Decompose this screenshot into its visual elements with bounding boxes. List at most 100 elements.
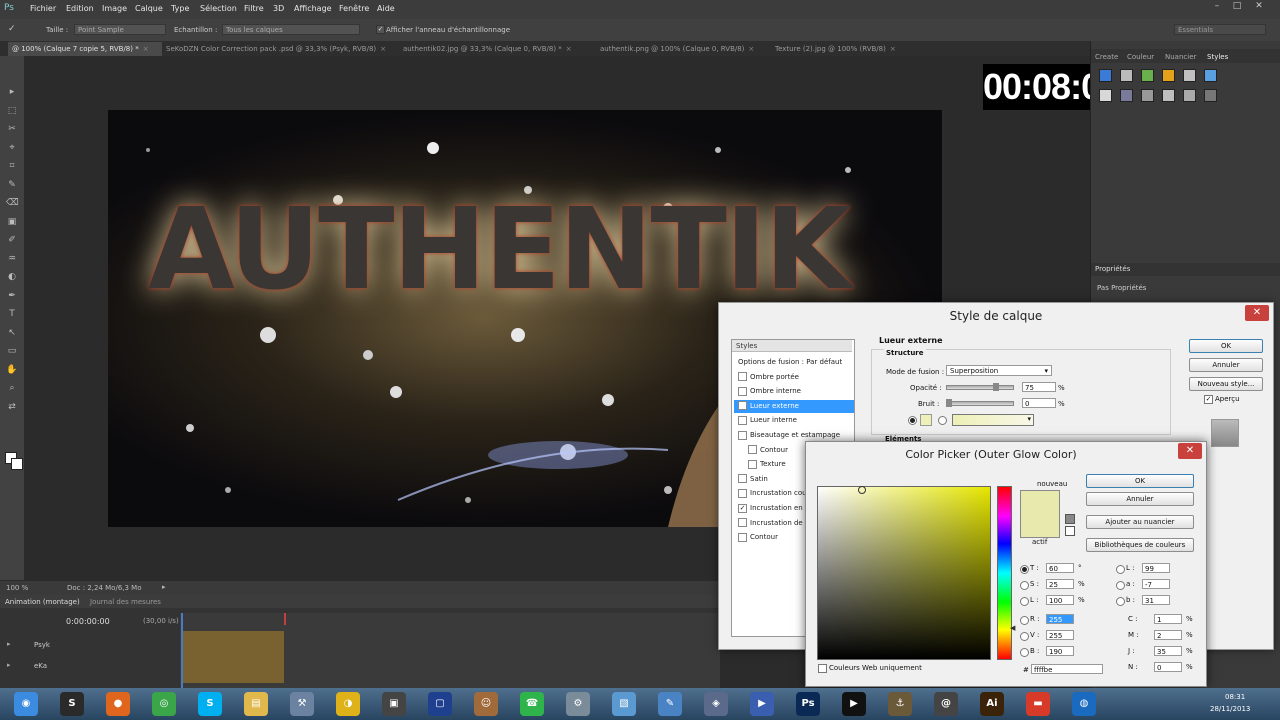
expand-icon[interactable]: ▸ — [7, 640, 11, 648]
start-orb-icon[interactable]: ◉ — [14, 692, 38, 716]
tab-properties[interactable]: Propriétés — [1095, 265, 1130, 273]
work-area-end[interactable] — [284, 613, 286, 625]
gradient-select[interactable]: ▾ — [952, 414, 1034, 426]
tab-document-1[interactable]: SeKoDZN Color Correction pack .psd @ 33,… — [162, 42, 396, 56]
hue-slider-arrow-icon[interactable]: ◀ — [1010, 624, 1015, 632]
close-icon[interactable]: ✕ — [1252, 1, 1266, 13]
style-checkbox[interactable] — [738, 415, 747, 425]
style-item[interactable]: Options de fusion : Par défaut — [734, 356, 858, 369]
style-checkbox[interactable] — [738, 474, 747, 484]
noise-slider[interactable] — [946, 401, 1014, 406]
menu-item-8[interactable]: Affichage — [294, 4, 332, 13]
glow-color-swatch[interactable] — [920, 414, 932, 426]
tool-icon-8[interactable]: ✐ — [6, 234, 18, 246]
style-checkbox[interactable] — [748, 445, 757, 455]
tool-icon-14[interactable]: ▭ — [6, 345, 18, 357]
channel-input[interactable]: 190 — [1046, 646, 1074, 656]
tab-close-icon[interactable]: × — [890, 45, 896, 53]
layer-row-psyk[interactable]: Psyk — [34, 641, 50, 649]
channel-radio[interactable] — [1116, 565, 1125, 574]
tool-icon-3[interactable]: ⌖ — [6, 142, 18, 154]
status-arrow-icon[interactable]: ▸ — [162, 583, 166, 591]
noise-input[interactable]: 0 — [1022, 398, 1056, 408]
layer-row-eka[interactable]: eKa — [34, 662, 47, 670]
color-field-marker[interactable] — [858, 486, 866, 494]
style-swatch[interactable] — [1099, 69, 1112, 82]
play-icon[interactable]: ▶ — [750, 692, 774, 716]
style-checkbox[interactable]: ✓ — [738, 401, 747, 411]
folder-icon[interactable]: ▤ — [244, 692, 268, 716]
color-libraries-button[interactable]: Bibliothèques de couleurs — [1086, 538, 1194, 552]
style-checkbox[interactable] — [738, 532, 747, 542]
illustrator-icon[interactable]: Ai — [980, 692, 1004, 716]
channel-input[interactable]: 1 — [1154, 614, 1182, 624]
zoom-level[interactable]: 100 % — [6, 584, 28, 592]
photoshop-icon[interactable]: Ps — [796, 692, 820, 716]
style-checkbox[interactable] — [748, 459, 757, 469]
ps-logo-icon[interactable]: Ps — [4, 3, 16, 15]
tab-couleur[interactable]: Couleur — [1127, 51, 1154, 63]
style-swatch[interactable] — [1162, 69, 1175, 82]
channel-input[interactable]: 25 — [1046, 579, 1074, 589]
style-swatch[interactable] — [1141, 69, 1154, 82]
character-icon[interactable]: ☺ — [474, 692, 498, 716]
web-safe-icon[interactable] — [1065, 526, 1075, 536]
sample-select[interactable]: Tous les calques — [222, 24, 360, 35]
feather-icon[interactable]: ✎ — [658, 692, 682, 716]
style-item[interactable]: ✓ Lueur externe — [734, 399, 854, 413]
tool-icon-10[interactable]: ◐ — [6, 271, 18, 283]
style-swatch[interactable] — [1099, 89, 1112, 102]
style-swatch[interactable] — [1120, 69, 1133, 82]
style-checkbox[interactable] — [738, 372, 747, 382]
whatsapp-icon[interactable]: ☎ — [520, 692, 544, 716]
opacity-slider[interactable] — [946, 385, 1014, 390]
monitor-icon[interactable]: ▢ — [428, 692, 452, 716]
menu-item-7[interactable]: 3D — [273, 4, 284, 13]
book-icon[interactable]: ▧ — [612, 692, 636, 716]
workspace-select[interactable]: Essentials — [1174, 24, 1266, 35]
tool-icon-16[interactable]: ⌕ — [6, 382, 18, 394]
gear-icon[interactable]: ⚙ — [566, 692, 590, 716]
firefox-icon[interactable]: ● — [106, 692, 130, 716]
tab-document-2[interactable]: authentik02.jpg @ 33,3% (Calque 0, RVB/8… — [399, 42, 593, 56]
timeline-clip[interactable] — [182, 631, 284, 683]
style-swatch[interactable] — [1204, 89, 1217, 102]
style-swatch[interactable] — [1183, 69, 1196, 82]
color-field[interactable] — [817, 486, 991, 660]
menu-item-4[interactable]: Type — [171, 4, 189, 13]
chat-icon[interactable]: ▬ — [1026, 692, 1050, 716]
timeline-time[interactable]: 0:00:00:00 — [66, 617, 110, 626]
channel-radio[interactable] — [1116, 597, 1125, 606]
style-swatch[interactable] — [1162, 89, 1175, 102]
playhead[interactable] — [181, 613, 183, 688]
tab-close-icon[interactable]: × — [143, 45, 149, 53]
tool-icon-12[interactable]: T — [6, 308, 18, 320]
tool-icon-2[interactable]: ✂ — [6, 123, 18, 135]
disc-icon[interactable]: ◈ — [704, 692, 728, 716]
tools-icon[interactable]: ⚒ — [290, 692, 314, 716]
channel-radio[interactable] — [1020, 632, 1029, 641]
opacity-slider-thumb[interactable] — [992, 383, 999, 391]
tab-document-0[interactable]: @ 100% (Calque 7 copie 5, RVB/8) * × — [8, 42, 162, 56]
spiral-icon[interactable]: @ — [934, 692, 958, 716]
minimize-icon[interactable]: – — [1210, 1, 1224, 13]
style-swatch[interactable] — [1204, 69, 1217, 82]
background-color-swatch[interactable] — [11, 458, 23, 470]
ok-button[interactable]: OK — [1086, 474, 1194, 488]
ok-button[interactable]: OK — [1189, 339, 1263, 353]
add-to-swatches-button[interactable]: Ajouter au nuancier — [1086, 515, 1194, 529]
tab-animation[interactable]: Animation (montage) — [5, 598, 80, 606]
hex-input[interactable]: ffffbe — [1031, 664, 1103, 674]
headphones-icon[interactable]: ◑ — [336, 692, 360, 716]
channel-input[interactable]: 35 — [1154, 646, 1182, 656]
tab-document-4[interactable]: Texture (2).jpg @ 100% (RVB/8) × — [771, 42, 896, 56]
menu-item-6[interactable]: Filtre — [244, 4, 264, 13]
menu-item-0[interactable]: Fichier — [30, 4, 56, 13]
style-item[interactable]: Ombre interne — [734, 385, 854, 398]
tool-icon-15[interactable]: ✋ — [6, 364, 18, 376]
channel-input[interactable]: 2 — [1154, 630, 1182, 640]
menu-item-1[interactable]: Edition — [66, 4, 94, 13]
channel-input[interactable]: 0 — [1154, 662, 1182, 672]
style-checkbox[interactable] — [738, 386, 747, 396]
tool-icon-4[interactable]: ⌗ — [6, 160, 18, 172]
